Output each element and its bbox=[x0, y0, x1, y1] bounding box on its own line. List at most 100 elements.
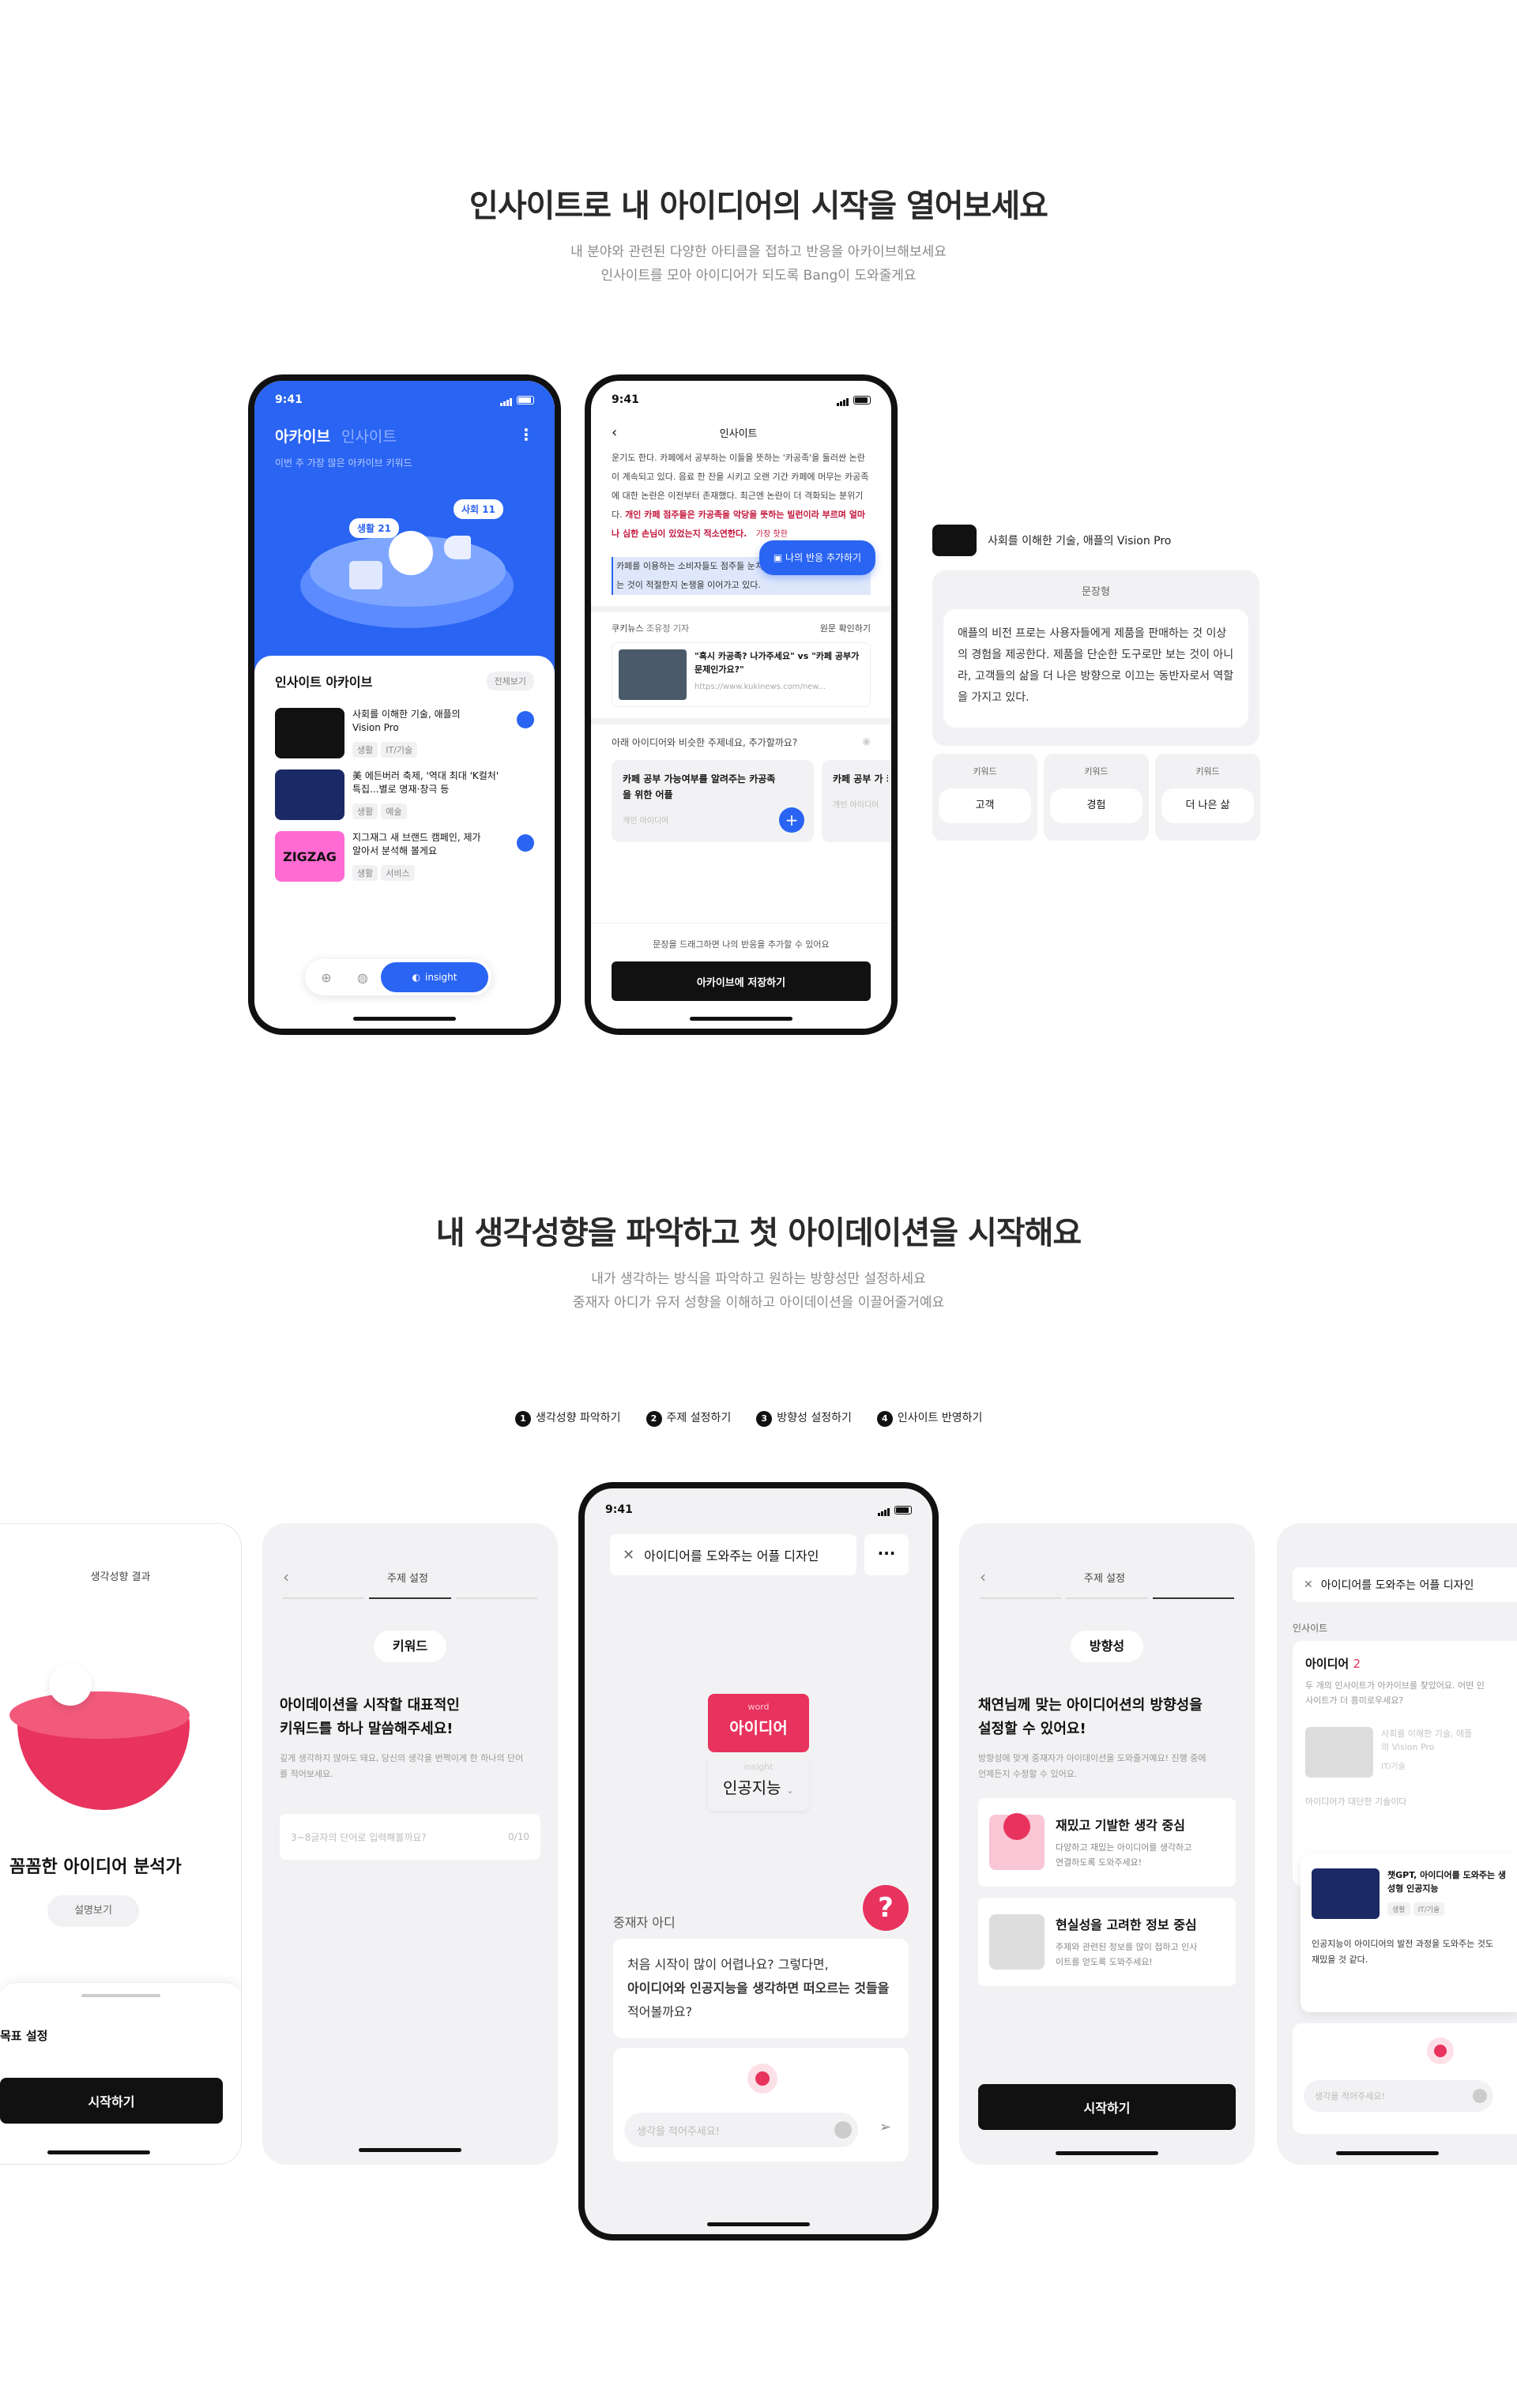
close-icon[interactable]: ✕ bbox=[1304, 1578, 1313, 1591]
keyword-value: 경험 bbox=[1050, 788, 1142, 823]
list-item[interactable]: ZIGZAG 지그재그 새 브랜드 캠페인, 제가 알아서 분석해 볼게요 생활… bbox=[275, 831, 534, 882]
direction-option[interactable]: 재밌고 기발한 생각 중심 다양하고 재밌는 아이디어를 생각하고 연결하도록 … bbox=[978, 1798, 1236, 1887]
step-item: 2 주제 설정하기 bbox=[646, 1409, 731, 1427]
help-question-icon[interactable]: ? bbox=[863, 1885, 909, 1931]
thought-input[interactable]: 생각을 적어주세요! bbox=[624, 2113, 858, 2147]
session-title: 아이디어를 도와주는 어플 디자인 bbox=[644, 1548, 819, 1563]
side-card-title: 사회를 이해한 기술, 애플의 Vision Pro bbox=[988, 535, 1172, 547]
thought-input[interactable]: 생각을 적어주세요! bbox=[1304, 2080, 1493, 2112]
back-icon[interactable]: ‹ bbox=[980, 1567, 986, 1586]
keyword-label: 키워드 bbox=[973, 766, 997, 777]
direction-option[interactable]: 현실성을 고려한 정보 중심 주제와 관련된 정보를 많이 접하고 인사이트를 … bbox=[978, 1898, 1236, 1986]
keyword-hint: 깊게 생각하지 않아도 돼요, 당신의 생각을 번쩍이게 한 하나의 단어를 적… bbox=[280, 1753, 524, 1779]
record-icon[interactable] bbox=[747, 2064, 777, 2094]
reaction-icon bbox=[517, 834, 534, 852]
side-card-header: 사회를 이해한 기술, 애플의 Vision Pro bbox=[932, 525, 1171, 556]
vision-pro-thumbnail bbox=[1305, 1727, 1373, 1778]
add-reaction-button[interactable]: ▣ 나의 반응 추가하기 bbox=[758, 540, 875, 575]
reply-panel: 생각을 적어주세요! bbox=[1293, 2023, 1517, 2134]
bubble-life: 생활 21 bbox=[349, 518, 399, 538]
keyword-card: 키워드 더 나은 삶 bbox=[1155, 754, 1260, 841]
screen-topic-keyword: ‹ 주제 설정 키워드 아이데이션을 시작할 대표적인 키워드를 하나 말씀해주… bbox=[262, 1523, 558, 2165]
nav-insight-button[interactable]: ◐ insight bbox=[381, 962, 488, 992]
news-card[interactable]: "혹시 카공족? 나가주세요" vs "카페 공부가 문제인가요?" https… bbox=[612, 642, 871, 707]
insight-item[interactable]: 사회를 이해한 기술, 애플의 Vision Pro IT/기술 bbox=[1305, 1727, 1504, 1778]
insight-card[interactable]: insight 인공지능 ⌄ bbox=[708, 1755, 809, 1811]
item-title: 지그재그 새 브랜드 캠페인, 제가 알아서 분석해 볼게요 bbox=[352, 832, 481, 856]
insight-label: insight bbox=[743, 1762, 774, 1772]
status-icons bbox=[500, 393, 534, 406]
sphere-illustration bbox=[389, 531, 433, 575]
idea-tag: 개인 아이디어 bbox=[623, 817, 669, 826]
comment-icon: ▣ bbox=[773, 552, 786, 563]
bottom-nav: ⊕ ◍ ◐ insight bbox=[305, 959, 491, 995]
back-icon[interactable]: ‹ bbox=[283, 1567, 289, 1586]
message-line: 적어볼까요? bbox=[627, 2004, 693, 2019]
idea-label: 아이디어 bbox=[1305, 1657, 1349, 1671]
mic-icon[interactable] bbox=[834, 2121, 852, 2139]
house-illustration bbox=[349, 561, 382, 589]
step-list: 1 생각성향 파악하기 2 주제 설정하기 3 방향성 설정하기 4 인사이트 반영하기 bbox=[515, 1409, 982, 1427]
mic-icon[interactable] bbox=[1473, 2089, 1487, 2103]
option-title: 재밌고 기발한 생각 중심 bbox=[1056, 1818, 1185, 1833]
char-counter: 0/10 bbox=[508, 1831, 529, 1842]
insight-tab[interactable]: 인사이트 bbox=[1293, 1621, 1517, 1635]
goal-setting-label: 목표 설정 bbox=[0, 2029, 48, 2043]
add-reaction-label: 나의 반응 추가하기 bbox=[785, 552, 861, 563]
item-title: 美 에든버러 축제, '역대 최대 'K컬처' 특집...별로 명재·창극 등 bbox=[352, 770, 499, 795]
home-indicator bbox=[359, 2148, 461, 2152]
home-icon[interactable]: ⊕ bbox=[308, 970, 344, 985]
more-options-icon[interactable]: ··· bbox=[864, 1534, 909, 1575]
chatgpt-thumbnail bbox=[1312, 1868, 1380, 1919]
message-line: 아이디어와 인공지능을 생각하면 떠오르는 것들을 bbox=[627, 1981, 890, 1996]
save-archive-button[interactable]: 아카이브에 저장하기 bbox=[612, 961, 871, 1001]
home-indicator bbox=[690, 1017, 792, 1021]
keyword-input[interactable]: 3~8글자의 단어로 입력해볼까요? 0/10 bbox=[280, 1814, 540, 1860]
news-title: "혹시 카공족? 나가주세요" vs "카페 공부가 문제인가요?" bbox=[695, 651, 860, 675]
similar-ideas-label: 아래 아이디어와 비슷한 주제네요, 추가할까요? bbox=[612, 737, 798, 748]
view-description-button[interactable]: 설명보기 bbox=[47, 1895, 139, 1927]
news-reporter: 조유정 기자 bbox=[646, 623, 690, 634]
record-icon[interactable] bbox=[1427, 2037, 1454, 2064]
step-item: 4 인사이트 반영하기 bbox=[876, 1409, 982, 1427]
home-indicator bbox=[1336, 2151, 1439, 2155]
result-title: 꼼꼼한 아이디어 분석가 bbox=[9, 1857, 182, 1877]
start-button[interactable]: 시작하기 bbox=[978, 2084, 1236, 2130]
list-item[interactable]: 美 에든버러 축제, '역대 최대 'K컬처' 특집...별로 명재·창극 등 … bbox=[275, 769, 534, 820]
news-source: 쿠키뉴스 bbox=[612, 623, 644, 634]
tab-archive[interactable]: 아카이브 bbox=[275, 425, 330, 446]
tag: 생활 bbox=[352, 742, 378, 758]
list-item[interactable]: 사회를 이해한 기술, 애플의 Vision Pro 생활 IT/기술 bbox=[275, 708, 534, 758]
view-original-link[interactable]: 원문 확인하기 bbox=[820, 622, 871, 634]
idea-card[interactable]: 카페 공부 가 카공족을 위 개인 아이디어 bbox=[822, 760, 891, 842]
item-title: 사회를 이해한 기술, 애플의 Vision Pro bbox=[352, 709, 461, 733]
more-icon[interactable]: ⋮ bbox=[518, 425, 534, 446]
tab-insight[interactable]: 인사이트 bbox=[341, 425, 397, 446]
option-desc: 주제와 관련된 정보를 많이 접하고 인사이트를 얻도록 도와주세요! bbox=[1056, 1942, 1198, 1967]
idea-card[interactable]: 카페 공부 가능여부를 알려주는 카공족을 위한 어플 개인 아이디어 + bbox=[612, 760, 814, 842]
megaphone-illustration bbox=[444, 536, 471, 559]
insight-item-tag: IT/기술 bbox=[1381, 1763, 1406, 1771]
close-icon[interactable]: ✕ bbox=[623, 1547, 634, 1563]
home-indicator bbox=[1056, 2151, 1158, 2155]
section1-subtitle-2: 인사이트를 모아 아이디어가 되도록 Bang이 도와줄게요 bbox=[600, 268, 917, 284]
phone-archive: 9:41 아카이브 인사이트 ⋮ 이번 주 가장 많은 아카이브 키워드 생활 … bbox=[248, 374, 561, 1035]
tag: 생활 bbox=[352, 865, 378, 881]
keyword-card: 키워드 경험 bbox=[1044, 754, 1149, 841]
settings-icon[interactable]: ◉ bbox=[863, 736, 871, 749]
article-highlight[interactable]: 개인 카페 점주들은 카공족을 악당을 뜻하는 빌런이라 부르며 얼마나 심한 … bbox=[612, 510, 865, 539]
insight-item-note: 인공지능이 아이디어의 발전 과정을 도와주는 것도 재밌을 것 같다. bbox=[1312, 1939, 1494, 1965]
direction-chip: 방향성 bbox=[1071, 1631, 1143, 1662]
ball-illustration bbox=[49, 1663, 92, 1706]
view-all-button[interactable]: 전체보기 bbox=[486, 672, 534, 690]
send-icon[interactable]: ➢ bbox=[879, 2119, 891, 2135]
back-icon[interactable]: ‹ bbox=[612, 424, 617, 441]
most-reaction-label: 가장 핫한 bbox=[755, 530, 788, 539]
add-icon[interactable]: + bbox=[779, 807, 804, 833]
word-value: 아이디어 bbox=[729, 1718, 788, 1737]
idea-count: 2 bbox=[1353, 1657, 1361, 1671]
start-button[interactable]: 시작하기 bbox=[0, 2078, 223, 2124]
insight-item-selected[interactable]: 챗GPT, 아이디어를 도와주는 생성형 인공지능 생활 IT/기술 인공지능이 … bbox=[1301, 1854, 1517, 2012]
chat-icon[interactable]: ◍ bbox=[344, 970, 381, 985]
summary-text: 애플의 비전 프로는 사용자들에게 제품을 판매하는 것 이상의 경험을 제공한… bbox=[943, 609, 1248, 728]
